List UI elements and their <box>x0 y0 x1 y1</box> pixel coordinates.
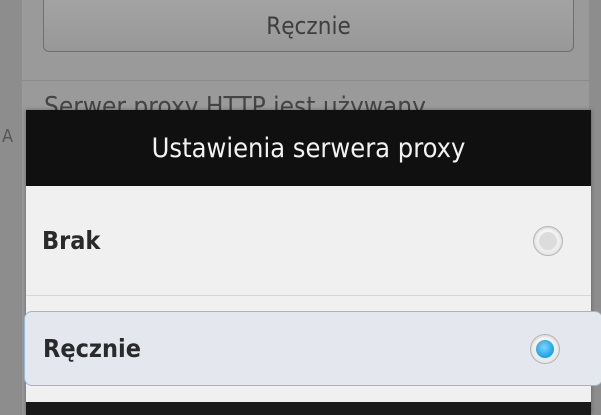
radio-selected-dot <box>536 340 554 358</box>
option-none-label: Brak <box>42 226 101 255</box>
radio-selected-icon[interactable] <box>530 334 560 364</box>
background-manual-button-label: Ręcznie <box>266 11 351 40</box>
background-side-glyph: A <box>2 126 14 147</box>
option-none[interactable]: Brak <box>26 186 591 296</box>
dialog-title: Ustawienia serwera proxy <box>151 132 466 164</box>
background-divider <box>22 80 589 81</box>
dialog-header: Ustawienia serwera proxy <box>26 110 591 186</box>
dialog-footer <box>26 402 591 415</box>
background-peek-text: Serwer proxy HTTP jest używany <box>44 92 426 110</box>
option-manual[interactable]: Ręcznie <box>24 311 601 386</box>
radio-unselected-icon[interactable] <box>533 226 563 256</box>
option-manual-label: Ręcznie <box>43 334 141 363</box>
proxy-settings-dialog: Ustawienia serwera proxy Brak Ręcznie <box>24 110 601 415</box>
background-manual-button: Ręcznie <box>43 0 574 52</box>
background-left-edge <box>0 0 22 415</box>
